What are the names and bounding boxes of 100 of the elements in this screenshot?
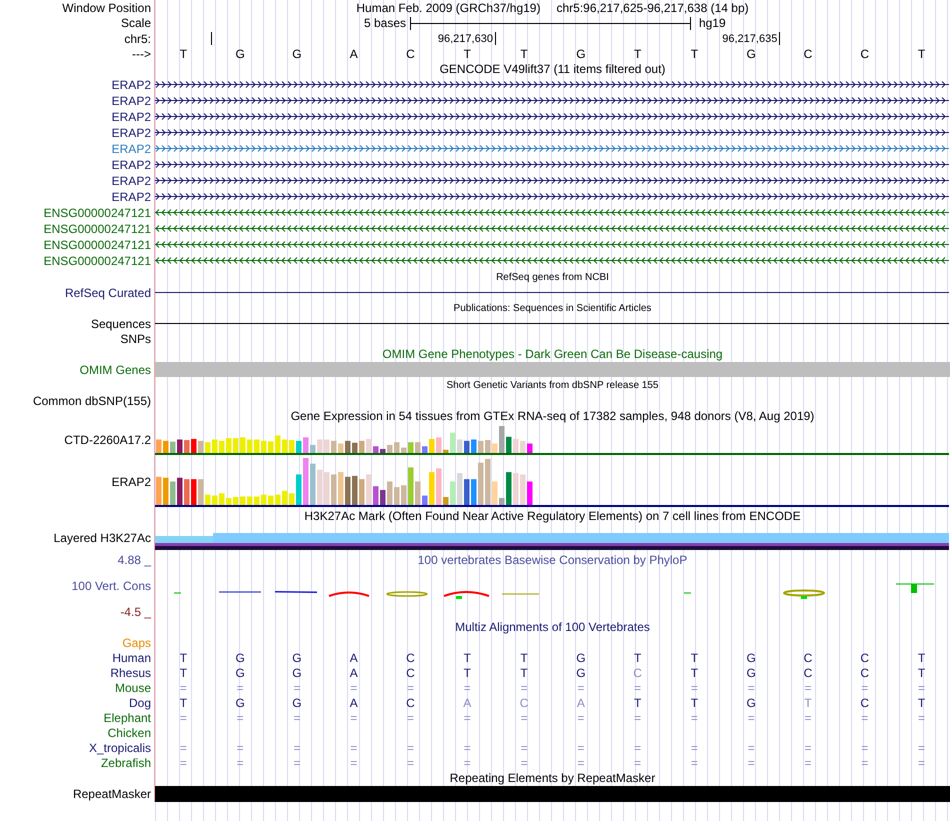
track-label[interactable]: SNPs [120, 332, 151, 346]
track-label[interactable]: Sequences [90, 316, 151, 330]
aligned-base: C [804, 666, 812, 680]
gene-label[interactable]: ERAP2 [112, 126, 151, 140]
aligned-base: C [860, 696, 870, 710]
track-label[interactable]: ERAP2 [112, 475, 151, 489]
sequence-base: A [350, 46, 358, 60]
aligned-base: T [690, 666, 698, 680]
aligned-base: = [634, 740, 642, 754]
aligned-base: = [464, 756, 471, 770]
gene-label[interactable]: ERAP2 [112, 110, 151, 124]
track-label[interactable]: -4.5 _ [120, 604, 151, 618]
aligned-base: T [690, 696, 698, 710]
aligned-base: G [746, 650, 756, 664]
aligned-base: = [748, 680, 755, 694]
aligned-base: = [634, 710, 642, 724]
scale-span-label: 5 bases [364, 16, 406, 30]
aligned-base: T [690, 650, 698, 664]
track-title: RefSeq genes from NCBI [496, 272, 609, 282]
gene-label[interactable]: ENSG00000247121 [44, 238, 151, 252]
track-label[interactable]: Layered H3K27Ac [54, 531, 151, 545]
aligned-base: G [746, 666, 756, 680]
aligned-base: = [520, 710, 528, 724]
species-label[interactable]: Dog [128, 696, 151, 710]
species-label[interactable]: Human [112, 650, 151, 664]
aligned-base: = [748, 756, 755, 770]
aligned-base: G [236, 666, 245, 680]
sequence-base: G [576, 46, 586, 60]
sequence-base: T [634, 46, 642, 60]
gene-label[interactable]: ENSG00000247121 [44, 254, 151, 268]
aligned-base: G [576, 666, 586, 680]
track-label[interactable]: CTD-2260A17.2 [64, 433, 151, 447]
aligned-base: = [520, 740, 528, 754]
species-label[interactable]: X_tropicalis [88, 740, 151, 754]
gene-label[interactable]: ENSG00000247121 [44, 222, 151, 236]
position-label: 96,217,635 [722, 32, 780, 45]
aligned-base: T [180, 696, 188, 710]
aligned-base: = [690, 680, 698, 694]
track-label[interactable]: RefSeq Curated [64, 286, 151, 300]
track-title: Publications: Sequences in Scientific Articles [454, 302, 652, 314]
aligned-base: C [860, 666, 870, 680]
aligned-base: G [236, 696, 245, 710]
gene-label[interactable]: ERAP2 [112, 158, 151, 172]
aligned-base: = [350, 740, 358, 754]
gene-label[interactable]: ERAP2 [112, 190, 151, 204]
aligned-base: = [407, 680, 414, 694]
row-label: Scale [120, 16, 151, 30]
aligned-base: A [463, 696, 472, 710]
aligned-base: = [577, 710, 584, 724]
track-title: Short Genetic Variants from dbSNP release 155 [446, 380, 658, 390]
track-title: Gene Expression in 54 tissues from GTEx RNA-seq of 17382 samples, 948 donors (V8, Aug 2019) [290, 409, 814, 423]
aligned-base: = [236, 710, 244, 724]
track-label[interactable]: Common dbSNP(155) [32, 394, 151, 408]
species-label[interactable]: Mouse [114, 680, 151, 694]
aligned-base: = [804, 756, 812, 770]
aligned-base: = [577, 740, 584, 754]
aligned-base: C [804, 650, 812, 664]
aligned-base: = [293, 740, 300, 754]
aligned-base: = [350, 710, 358, 724]
species-label[interactable]: Elephant [104, 710, 151, 724]
aligned-base: = [634, 680, 642, 694]
aligned-base: = [520, 680, 528, 694]
aligned-base: T [520, 666, 528, 680]
aligned-base: = [861, 710, 868, 724]
sequence-base: T [464, 46, 471, 60]
aligned-base: = [804, 710, 812, 724]
sequence-base: C [804, 46, 812, 60]
gene-label[interactable]: ERAP2 [112, 78, 151, 92]
sequence-base: T [690, 46, 698, 60]
aligned-base: = [804, 680, 812, 694]
aligned-base: C [860, 650, 870, 664]
gene-label[interactable]: ERAP2 [112, 174, 151, 188]
species-label[interactable]: Chicken [108, 726, 151, 740]
aligned-base: T [520, 650, 528, 664]
aligned-base: T [918, 696, 926, 710]
track-label[interactable]: RepeatMasker [72, 787, 151, 801]
species-label[interactable]: Rhesus [110, 666, 151, 680]
track-label[interactable]: OMIM Genes [80, 362, 151, 376]
aligned-base: T [180, 666, 188, 680]
aligned-base: C [406, 666, 415, 680]
aligned-base: A [350, 650, 358, 664]
track-label[interactable]: 100 Vert. Cons [72, 579, 151, 593]
aligned-base: T [464, 666, 471, 680]
gene-label[interactable]: ERAP2 [112, 94, 151, 108]
aligned-base: = [464, 680, 471, 694]
aligned-base: G [292, 650, 302, 664]
gene-label[interactable]: ENSG00000247121 [44, 206, 151, 220]
sequence-base: G [292, 46, 302, 60]
row-label: Window Position [62, 0, 151, 14]
gene-label[interactable]: ERAP2 [112, 142, 151, 156]
assembly-label: hg19 [698, 16, 726, 30]
aligned-base: = [690, 710, 698, 724]
species-label[interactable]: Zebrafish [100, 756, 151, 770]
aligned-base: C [406, 696, 415, 710]
aligned-base: = [293, 756, 300, 770]
aligned-base: = [407, 740, 414, 754]
aligned-base: T [804, 696, 812, 710]
aligned-base: A [576, 696, 585, 710]
aligned-base: = [236, 680, 244, 694]
aligned-base: = [918, 740, 926, 754]
